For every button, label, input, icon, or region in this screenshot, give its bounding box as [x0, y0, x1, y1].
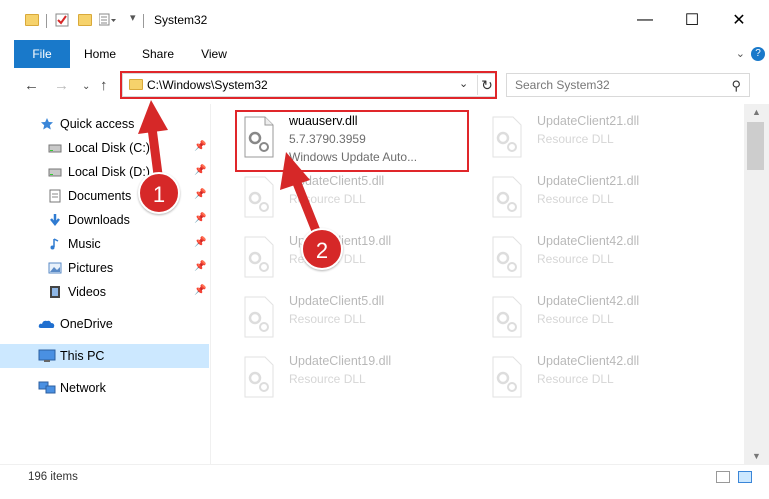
arrow-1-head	[138, 100, 168, 134]
annotation-arrows	[138, 100, 327, 251]
explorer-window: ▾ System32 — ☐ ✕ File Home Share View ⌄ …	[0, 0, 769, 499]
step-badge-2: 2	[301, 228, 343, 270]
step-badge-1: 1	[138, 172, 180, 214]
arrow-2-head	[280, 152, 310, 190]
